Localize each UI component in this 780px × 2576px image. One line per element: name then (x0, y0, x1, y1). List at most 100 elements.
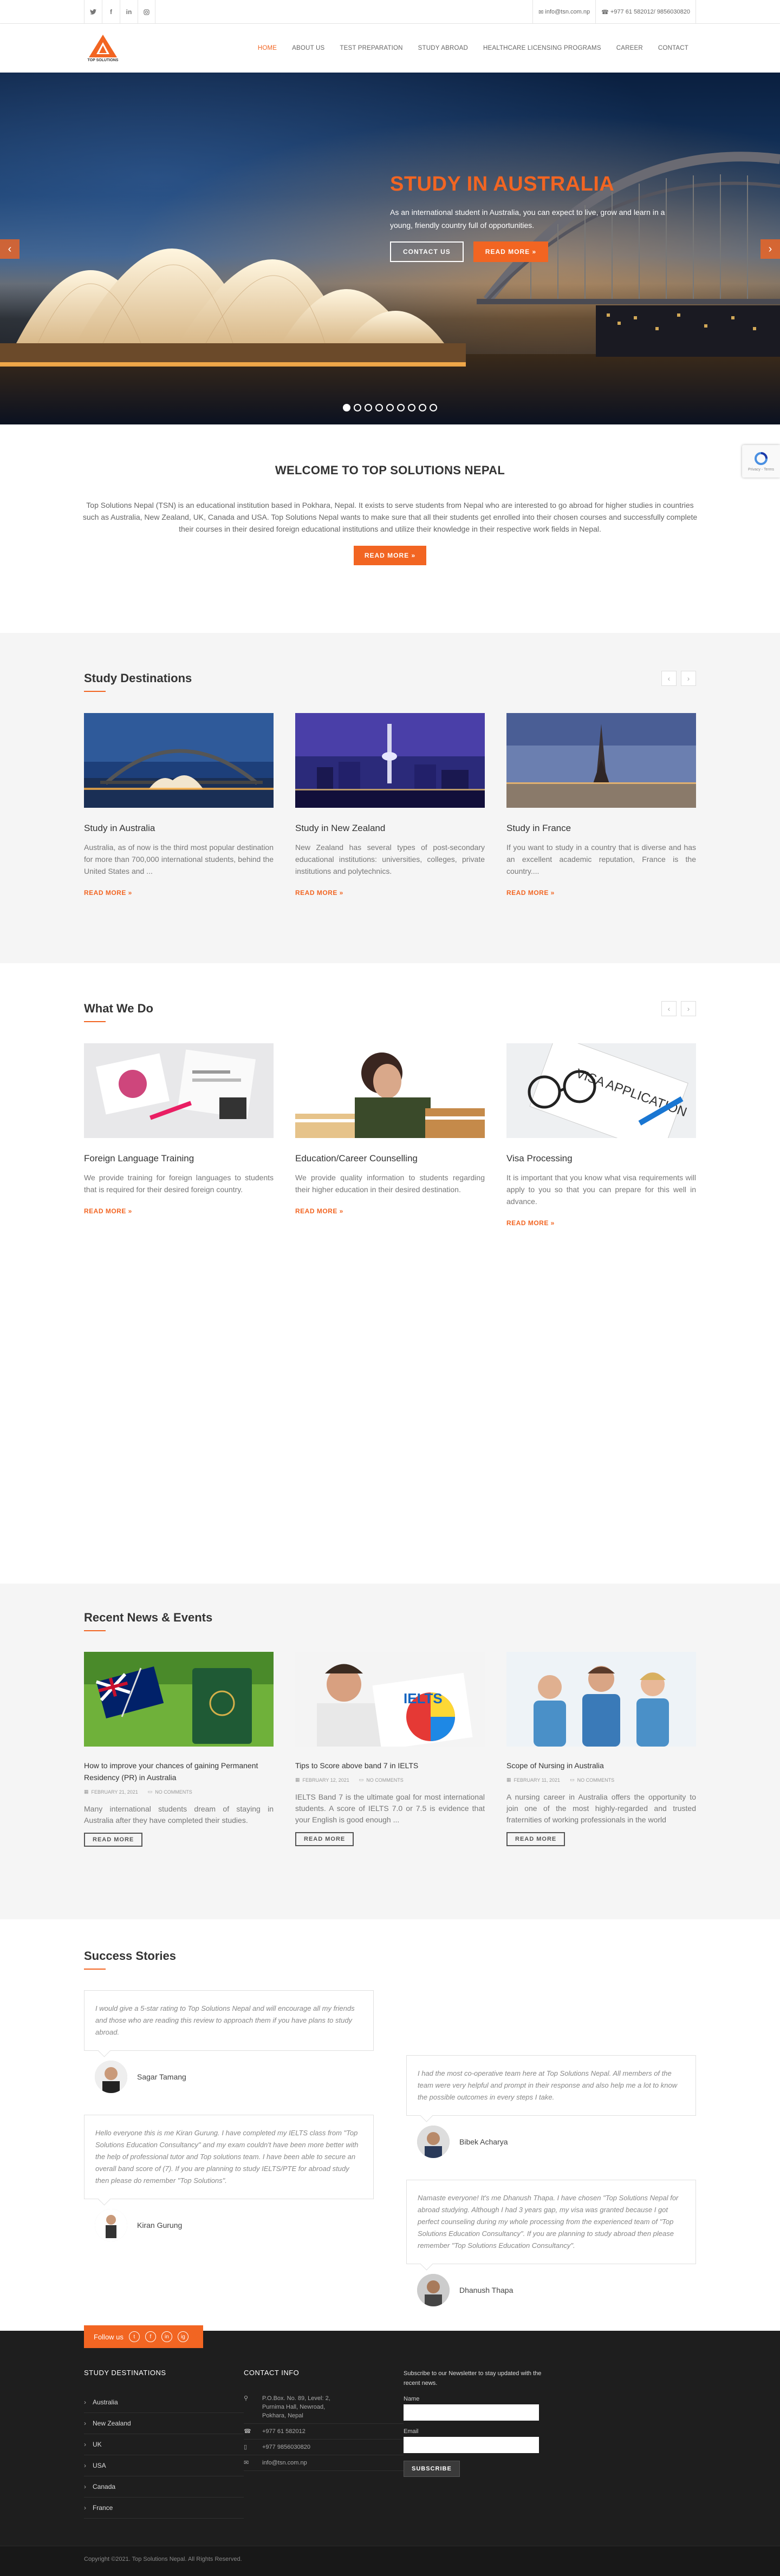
calendar-icon: ▦ (84, 1789, 89, 1794)
destination-read-more[interactable]: READ MORE » (84, 889, 274, 897)
hero-read-more-button[interactable]: READ MORE » (473, 241, 549, 262)
ielts-image-text: IELTS (404, 1690, 443, 1707)
linkedin-icon[interactable]: in (161, 2331, 172, 2342)
author-name: Kiran Gurung (137, 2221, 183, 2230)
hero-slider: STUDY IN AUSTRALIA As an international s… (0, 73, 780, 424)
news-section: Recent News & Events How to improve your… (0, 1584, 780, 1919)
footer-link[interactable]: Australia (84, 2392, 244, 2413)
news-read-more-button[interactable]: READ MORE (84, 1833, 143, 1847)
newsletter-email-input[interactable] (404, 2437, 539, 2453)
destinations-next-button[interactable]: › (681, 671, 696, 686)
mobile-icon: ▯ (244, 2444, 248, 2450)
instagram-icon[interactable] (138, 0, 155, 24)
welcome-text: Top Solutions Nepal (TSN) is an educatio… (82, 501, 698, 533)
destination-card-new-zealand[interactable]: Study in New Zealand New Zealand has sev… (295, 713, 485, 897)
footer-link[interactable]: Canada (84, 2476, 244, 2497)
footer-contact-title: CONTACT INFO (244, 2369, 300, 2377)
slider-dot[interactable] (397, 404, 405, 411)
slider-dot[interactable] (408, 404, 415, 411)
news-comments[interactable]: ▭ NO COMMENTS (570, 1777, 614, 1783)
location-icon: ⚲ (244, 2395, 249, 2402)
footer-link[interactable]: USA (84, 2455, 244, 2476)
service-read-more[interactable]: READ MORE » (506, 1219, 696, 1227)
services-next-button[interactable]: › (681, 1001, 696, 1016)
slider-next-arrow[interactable]: › (760, 239, 780, 259)
calendar-icon: ▦ (295, 1777, 300, 1782)
footer-email[interactable]: ✉ info@tsn.com.np (244, 2455, 404, 2471)
slider-dot[interactable] (430, 404, 437, 411)
slider-dot[interactable] (386, 404, 394, 411)
footer-mobile[interactable]: ▯ +977 9856030820 (244, 2440, 404, 2455)
news-card[interactable]: How to improve your chances of gaining P… (84, 1652, 274, 1847)
twitter-icon[interactable] (84, 0, 102, 24)
nav-test-preparation[interactable]: TEST PREPARATION (332, 45, 410, 51)
footer-address: ⚲ P.O.Box. No. 89, Level: 2, Purnima Hall… (244, 2391, 404, 2424)
topbar-phone[interactable]: ☎ +977 61 582012/ 9856030820 (595, 0, 696, 24)
news-card[interactable]: Scope of Nursing in Australia ▦ FEBRUARY … (506, 1652, 696, 1847)
testimonial-author: Dhanush Thapa (417, 2274, 696, 2306)
facebook-icon[interactable]: f (102, 0, 120, 24)
topbar-email[interactable]: ✉ info@tsn.com.np (532, 0, 595, 24)
slider-dot[interactable] (365, 404, 372, 411)
author-name: Bibek Acharya (459, 2137, 508, 2146)
site-logo[interactable]: TOP SOLUTIONS (84, 34, 122, 62)
contact-us-button[interactable]: CONTACT US (390, 241, 464, 262)
destination-title: Study in France (506, 823, 571, 833)
welcome-read-more-button[interactable]: READ MORE » (353, 546, 427, 565)
instagram-icon[interactable]: ig (177, 2331, 188, 2342)
follow-us-label: Follow us (94, 2332, 123, 2341)
slider-dots (0, 404, 780, 411)
avatar (417, 2274, 450, 2306)
slider-prev-arrow[interactable]: ‹ (0, 239, 20, 259)
destination-read-more[interactable]: READ MORE » (295, 889, 485, 897)
nav-home[interactable]: HOME (250, 45, 284, 51)
service-title: Foreign Language Training (84, 1153, 194, 1163)
newsletter-text: Subscribe to our Newsletter to stay upda… (404, 2370, 542, 2387)
new-zealand-image (295, 713, 485, 808)
service-card-language[interactable]: Foreign Language Training We provide tra… (84, 1043, 274, 1227)
recaptcha-badge[interactable]: Privacy - Terms (742, 445, 780, 478)
destination-card-australia[interactable]: Study in Australia Australia, as of now … (84, 713, 274, 897)
newsletter-name-input[interactable] (404, 2404, 539, 2421)
avatar (417, 2126, 450, 2158)
facebook-icon[interactable]: f (145, 2331, 156, 2342)
nav-healthcare[interactable]: HEALTHCARE LICENSING PROGRAMS (476, 45, 609, 51)
slider-dot[interactable] (354, 404, 361, 411)
services-prev-button[interactable]: ‹ (661, 1001, 677, 1016)
testimonial-quote: I had the most co-operative team here at… (406, 2055, 696, 2116)
destination-card-france[interactable]: Study in France If you want to study in … (506, 713, 696, 897)
nav-about[interactable]: ABOUT US (284, 45, 332, 51)
footer-phone[interactable]: ☎ +977 61 582012 (244, 2424, 404, 2440)
destinations-prev-button[interactable]: ‹ (661, 671, 677, 686)
footer-link[interactable]: France (84, 2497, 244, 2519)
services-section: What We Do ‹ › Foreign Language Training … (0, 963, 780, 1584)
nav-contact[interactable]: CONTACT (651, 45, 696, 51)
ielts-image: IELTS (295, 1652, 485, 1747)
nav-study-abroad[interactable]: STUDY ABROAD (411, 45, 476, 51)
service-card-counselling[interactable]: Education/Career Counselling We provide … (295, 1043, 485, 1227)
avatar (95, 2209, 127, 2241)
news-read-more-button[interactable]: READ MORE (295, 1832, 354, 1846)
footer-link[interactable]: New Zealand (84, 2413, 244, 2434)
news-title: Scope of Nursing in Australia (506, 1761, 604, 1770)
subscribe-button[interactable]: SUBSCRIBE (404, 2461, 460, 2477)
service-read-more[interactable]: READ MORE » (295, 1207, 485, 1215)
slider-dot[interactable] (343, 404, 350, 411)
news-card[interactable]: IELTS Tips to Score above band 7 in IELT… (295, 1652, 485, 1847)
contact-strip: ✉ info@tsn.com.np ☎ +977 61 582012/ 9856… (532, 0, 696, 24)
footer-link[interactable]: UK (84, 2434, 244, 2455)
destination-read-more[interactable]: READ MORE » (506, 889, 696, 897)
calendar-icon: ▦ (506, 1777, 511, 1782)
nav-career[interactable]: CAREER (609, 45, 651, 51)
social-links: f in (84, 0, 155, 24)
author-name: Sagar Tamang (137, 2072, 186, 2081)
news-read-more-button[interactable]: READ MORE (506, 1832, 566, 1846)
service-card-visa[interactable]: VISA APPLICATION Visa Processing It is i… (506, 1043, 696, 1227)
slider-dot[interactable] (375, 404, 383, 411)
news-comments[interactable]: ▭ NO COMMENTS (359, 1777, 404, 1783)
slider-dot[interactable] (419, 404, 426, 411)
news-comments[interactable]: ▭ NO COMMENTS (148, 1789, 192, 1795)
linkedin-icon[interactable]: in (120, 0, 138, 24)
service-read-more[interactable]: READ MORE » (84, 1207, 274, 1215)
twitter-icon[interactable]: t (128, 2331, 140, 2342)
